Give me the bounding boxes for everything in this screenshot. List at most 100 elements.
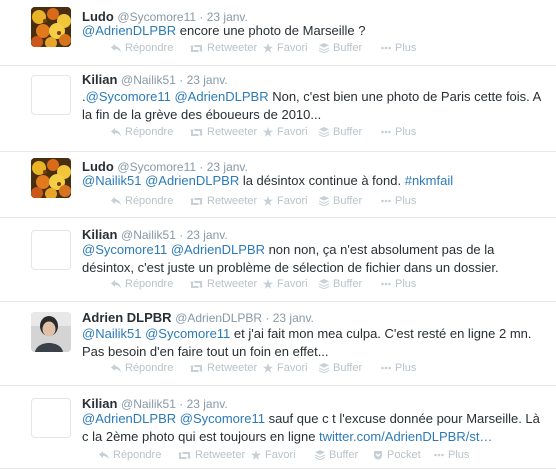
tweet-timestamp[interactable]: 23 janv. bbox=[187, 73, 228, 87]
tweet[interactable]: Ludo @Sycomore11 · 23 janv. @AdrienDLPBR … bbox=[0, 0, 556, 66]
author-fullname[interactable]: Kilian bbox=[82, 72, 117, 87]
tweet[interactable]: Kilian @Nailik51 · 23 janv. @Sycomore11 @… bbox=[0, 218, 556, 302]
buffer-action[interactable]: Buffer bbox=[319, 362, 362, 374]
mention-link[interactable]: @Sycomore11 bbox=[86, 89, 171, 104]
retweet-label: Retweeter bbox=[207, 195, 258, 207]
tweet[interactable]: Kilian @Nailik51 · 23 janv. @AdrienDLPBR … bbox=[0, 386, 556, 469]
buffer-action[interactable]: Buffer bbox=[319, 195, 362, 207]
reply-action[interactable]: Répondre bbox=[111, 195, 173, 207]
tweet-timestamp[interactable]: 23 janv. bbox=[187, 397, 228, 411]
mention-link[interactable]: @Sycomore11 bbox=[82, 242, 167, 257]
reply-action[interactable]: Répondre bbox=[111, 126, 173, 138]
more-action[interactable]: Plus bbox=[381, 195, 416, 207]
tweet-text-segment: la désintox continue à fond. bbox=[239, 173, 405, 188]
buffer-icon bbox=[319, 363, 333, 373]
more-icon bbox=[434, 453, 448, 457]
retweet-label: Retweeter bbox=[207, 42, 258, 54]
buffer-label: Buffer bbox=[333, 126, 363, 138]
tweet-timestamp[interactable]: 23 janv. bbox=[273, 311, 314, 325]
retweet-action[interactable]: Retweeter bbox=[190, 195, 257, 207]
author-username[interactable]: @Nailik51 bbox=[121, 73, 176, 87]
author-username[interactable]: @AdrienDLPBR bbox=[175, 311, 262, 325]
mention-link[interactable]: @AdrienDLPBR bbox=[171, 242, 265, 257]
reply-action[interactable]: Répondre bbox=[111, 362, 173, 374]
avatar[interactable] bbox=[31, 158, 71, 198]
more-action[interactable]: Plus bbox=[381, 42, 416, 54]
buffer-action[interactable]: Buffer bbox=[315, 449, 358, 461]
mention-link[interactable]: @AdrienDLPBR bbox=[174, 89, 268, 104]
mention-link[interactable]: @AdrienDLPBR bbox=[82, 23, 176, 38]
mention-link[interactable]: @Sycomore11 bbox=[180, 411, 265, 426]
tweet-header: Adrien DLPBR @AdrienDLPBR · 23 janv. bbox=[82, 310, 548, 326]
favorite-label: Favori bbox=[277, 42, 308, 54]
mention-link[interactable]: @Nailik51 bbox=[82, 173, 141, 188]
more-action[interactable]: Plus bbox=[434, 449, 469, 461]
favorite-action[interactable]: Favori bbox=[263, 42, 308, 54]
avatar[interactable] bbox=[31, 398, 71, 438]
reply-action[interactable]: Répondre bbox=[111, 42, 173, 54]
retweet-action[interactable]: Retweeter bbox=[178, 449, 245, 461]
retweet-action[interactable]: Retweeter bbox=[190, 126, 257, 138]
tweet-timeline: Ludo @Sycomore11 · 23 janv. @AdrienDLPBR … bbox=[0, 0, 556, 469]
more-action[interactable]: Plus bbox=[381, 278, 416, 290]
favorite-label: Favori bbox=[265, 449, 296, 461]
favorite-action[interactable]: Favori bbox=[263, 278, 308, 290]
buffer-action[interactable]: Buffer bbox=[319, 278, 362, 290]
retweet-label: Retweeter bbox=[207, 362, 258, 374]
mention-link[interactable]: @Sycomore11 bbox=[145, 326, 230, 341]
favorite-action[interactable]: Favori bbox=[251, 449, 296, 461]
reply-action[interactable]: Répondre bbox=[111, 278, 173, 290]
mention-link[interactable]: @AdrienDLPBR bbox=[145, 173, 239, 188]
buffer-action[interactable]: Buffer bbox=[319, 126, 362, 138]
tweet-text: @AdrienDLPBR @Sycomore11 sauf que c t l'… bbox=[82, 410, 548, 446]
retweet-icon bbox=[178, 451, 195, 460]
buffer-label: Buffer bbox=[333, 362, 363, 374]
tweet[interactable]: Adrien DLPBR @AdrienDLPBR · 23 janv. @Nai… bbox=[0, 302, 556, 386]
avatar[interactable] bbox=[31, 7, 71, 47]
retweet-action[interactable]: Retweeter bbox=[190, 278, 257, 290]
author-username[interactable]: @Nailik51 bbox=[121, 228, 176, 242]
tweet-actions: Répondre Retweeter Favori Buffer Plus bbox=[82, 362, 552, 378]
more-icon bbox=[381, 366, 395, 370]
tweet-content: Adrien DLPBR @AdrienDLPBR · 23 janv. @Nai… bbox=[82, 310, 548, 361]
tweet-header: Kilian @Nailik51 · 23 janv. bbox=[82, 72, 548, 88]
retweet-label: Retweeter bbox=[207, 126, 258, 138]
author-username[interactable]: @Nailik51 bbox=[121, 397, 176, 411]
hashtag-link[interactable]: #nkmfail bbox=[405, 173, 453, 188]
tweet-content: Kilian @Nailik51 · 23 janv. .@Sycomore11 … bbox=[82, 72, 548, 124]
tweet-text: @AdrienDLPBR encore une photo de Marseil… bbox=[82, 22, 548, 40]
reply-label: Répondre bbox=[125, 42, 174, 54]
tweet[interactable]: Ludo @Sycomore11 · 23 janv. @Nailik51 @Ad… bbox=[0, 152, 556, 218]
author-fullname[interactable]: Kilian bbox=[82, 227, 117, 242]
reply-label: Répondre bbox=[113, 449, 162, 461]
avatar[interactable] bbox=[31, 75, 71, 115]
reply-action[interactable]: Répondre bbox=[99, 449, 161, 461]
mention-link[interactable]: @Nailik51 bbox=[82, 326, 141, 341]
buffer-icon bbox=[319, 127, 333, 137]
more-action[interactable]: Plus bbox=[381, 126, 416, 138]
author-fullname[interactable]: Kilian bbox=[82, 396, 117, 411]
mention-link[interactable]: @AdrienDLPBR bbox=[82, 411, 176, 426]
url-link[interactable]: twitter.com/AdrienDLPBR/st… bbox=[319, 429, 492, 444]
retweet-action[interactable]: Retweeter bbox=[190, 42, 257, 54]
favorite-action[interactable]: Favori bbox=[263, 362, 308, 374]
tweet-content: Kilian @Nailik51 · 23 janv. @Sycomore11 @… bbox=[82, 227, 548, 277]
avatar[interactable] bbox=[31, 230, 71, 270]
more-label: Plus bbox=[395, 195, 417, 207]
reply-label: Répondre bbox=[125, 362, 174, 374]
avatar[interactable] bbox=[31, 312, 71, 352]
more-label: Plus bbox=[448, 449, 470, 461]
more-label: Plus bbox=[395, 126, 417, 138]
buffer-action[interactable]: Buffer bbox=[319, 42, 362, 54]
more-action[interactable]: Plus bbox=[381, 362, 416, 374]
pocket-action[interactable]: Pocket bbox=[373, 449, 421, 461]
more-label: Plus bbox=[395, 42, 417, 54]
pocket-icon bbox=[373, 450, 387, 460]
tweet-text: @Nailik51 @Sycomore11 et j'ai fait mon m… bbox=[82, 325, 548, 361]
author-fullname[interactable]: Adrien DLPBR bbox=[82, 310, 172, 325]
favorite-action[interactable]: Favori bbox=[263, 195, 308, 207]
tweet[interactable]: Kilian @Nailik51 · 23 janv. .@Sycomore11 … bbox=[0, 66, 556, 152]
favorite-action[interactable]: Favori bbox=[263, 126, 308, 138]
tweet-timestamp[interactable]: 23 janv. bbox=[187, 228, 228, 242]
retweet-action[interactable]: Retweeter bbox=[190, 362, 257, 374]
